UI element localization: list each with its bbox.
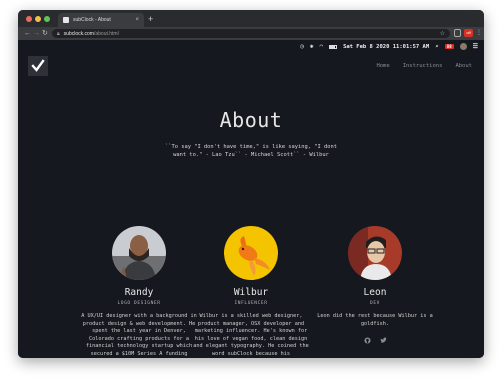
lock-icon: 🔒︎ — [57, 30, 60, 37]
favicon-icon — [63, 17, 69, 23]
close-window-button[interactable] — [26, 16, 32, 22]
tab-strip: subClock - About × + — [18, 10, 484, 27]
avatar-leon — [348, 226, 402, 280]
team-member-randy: Randy LOGO DESIGNER A UX/UI designer wit… — [80, 226, 198, 358]
twitter-icon[interactable] — [379, 337, 387, 344]
user-avatar[interactable] — [459, 43, 467, 50]
browser-tab[interactable]: subClock - About × — [58, 13, 144, 27]
member-name: Leon — [363, 287, 387, 298]
url-path: /about.html — [93, 30, 119, 37]
nav-item-home[interactable]: Home — [376, 63, 389, 69]
nav-item-about[interactable]: About — [455, 63, 472, 69]
nav-item-instructions[interactable]: Instructions — [403, 63, 443, 69]
back-icon[interactable]: ← — [24, 29, 31, 38]
maximize-window-button[interactable] — [44, 16, 50, 22]
browser-toolbar: ← → ↻ 🔒︎ subclock.com /about.html ☆ off … — [18, 27, 484, 40]
tab-title: subClock - About — [73, 17, 111, 23]
clock-icon[interactable]: ◷ — [300, 43, 304, 50]
reload-icon[interactable]: ↻ — [42, 29, 48, 38]
member-role: LOGO DESIGNER — [117, 301, 161, 306]
page-content: ◷ ✱ ◠ Sat Feb 8 2020 11:01:57 AM ⌕ 88 ☰ … — [18, 40, 484, 358]
notification-badge[interactable]: 88 — [444, 44, 454, 49]
bluetooth-icon[interactable]: ✱ — [310, 43, 314, 50]
social-links — [316, 337, 434, 344]
wifi-icon[interactable]: ◠ — [319, 43, 323, 50]
datetime[interactable]: Sat Feb 8 2020 11:01:57 AM — [343, 44, 429, 50]
search-icon[interactable]: ⌕ — [435, 43, 439, 50]
checkmark-icon — [31, 59, 45, 72]
tab-close-icon[interactable]: × — [135, 17, 139, 23]
page-quote: ``To say "I don't have time," is like sa… — [164, 144, 337, 158]
avatar-randy — [112, 226, 166, 280]
member-bio: A UX/UI designer with a background in pr… — [81, 313, 197, 357]
system-menubar: ◷ ✱ ◠ Sat Feb 8 2020 11:01:57 AM ⌕ 88 ☰ — [300, 42, 478, 51]
team-member-leon: Leon DEV Leon did the rest because Wilbu… — [316, 226, 434, 344]
member-bio: Wilbur is a skilled web designer, produc… — [193, 313, 309, 357]
url-host: subclock.com — [63, 30, 94, 37]
menu-icon[interactable]: ⋮ — [476, 29, 482, 37]
minimize-window-button[interactable] — [35, 16, 41, 22]
browser-window: subClock - About × + ← → ↻ 🔒︎ subclock.c… — [18, 10, 484, 358]
forward-icon[interactable]: → — [33, 29, 40, 38]
site-nav: Home Instructions About — [376, 63, 472, 69]
member-bio: Leon did the rest because Wilbur is a go… — [317, 313, 433, 327]
bookmark-star-icon[interactable]: ☆ — [440, 30, 445, 37]
control-center-icon[interactable]: ☰ — [473, 43, 478, 50]
avatar-wilbur — [224, 226, 278, 280]
page-title: About — [219, 108, 283, 132]
new-tab-button[interactable]: + — [148, 13, 153, 25]
member-role: INFLUENCER — [234, 301, 268, 306]
extension-badge[interactable]: off — [464, 29, 473, 37]
member-name: Wilbur — [233, 287, 269, 298]
battery-icon[interactable] — [329, 44, 338, 49]
github-icon[interactable] — [363, 337, 371, 344]
member-role: DEV — [370, 301, 380, 306]
member-name: Randy — [124, 287, 154, 298]
extension-icon[interactable] — [454, 29, 461, 37]
address-bar[interactable]: 🔒︎ subclock.com /about.html ☆ — [52, 29, 450, 38]
team-member-wilbur: Wilbur INFLUENCER Wilbur is a skilled we… — [192, 226, 310, 358]
site-logo[interactable] — [28, 56, 48, 76]
